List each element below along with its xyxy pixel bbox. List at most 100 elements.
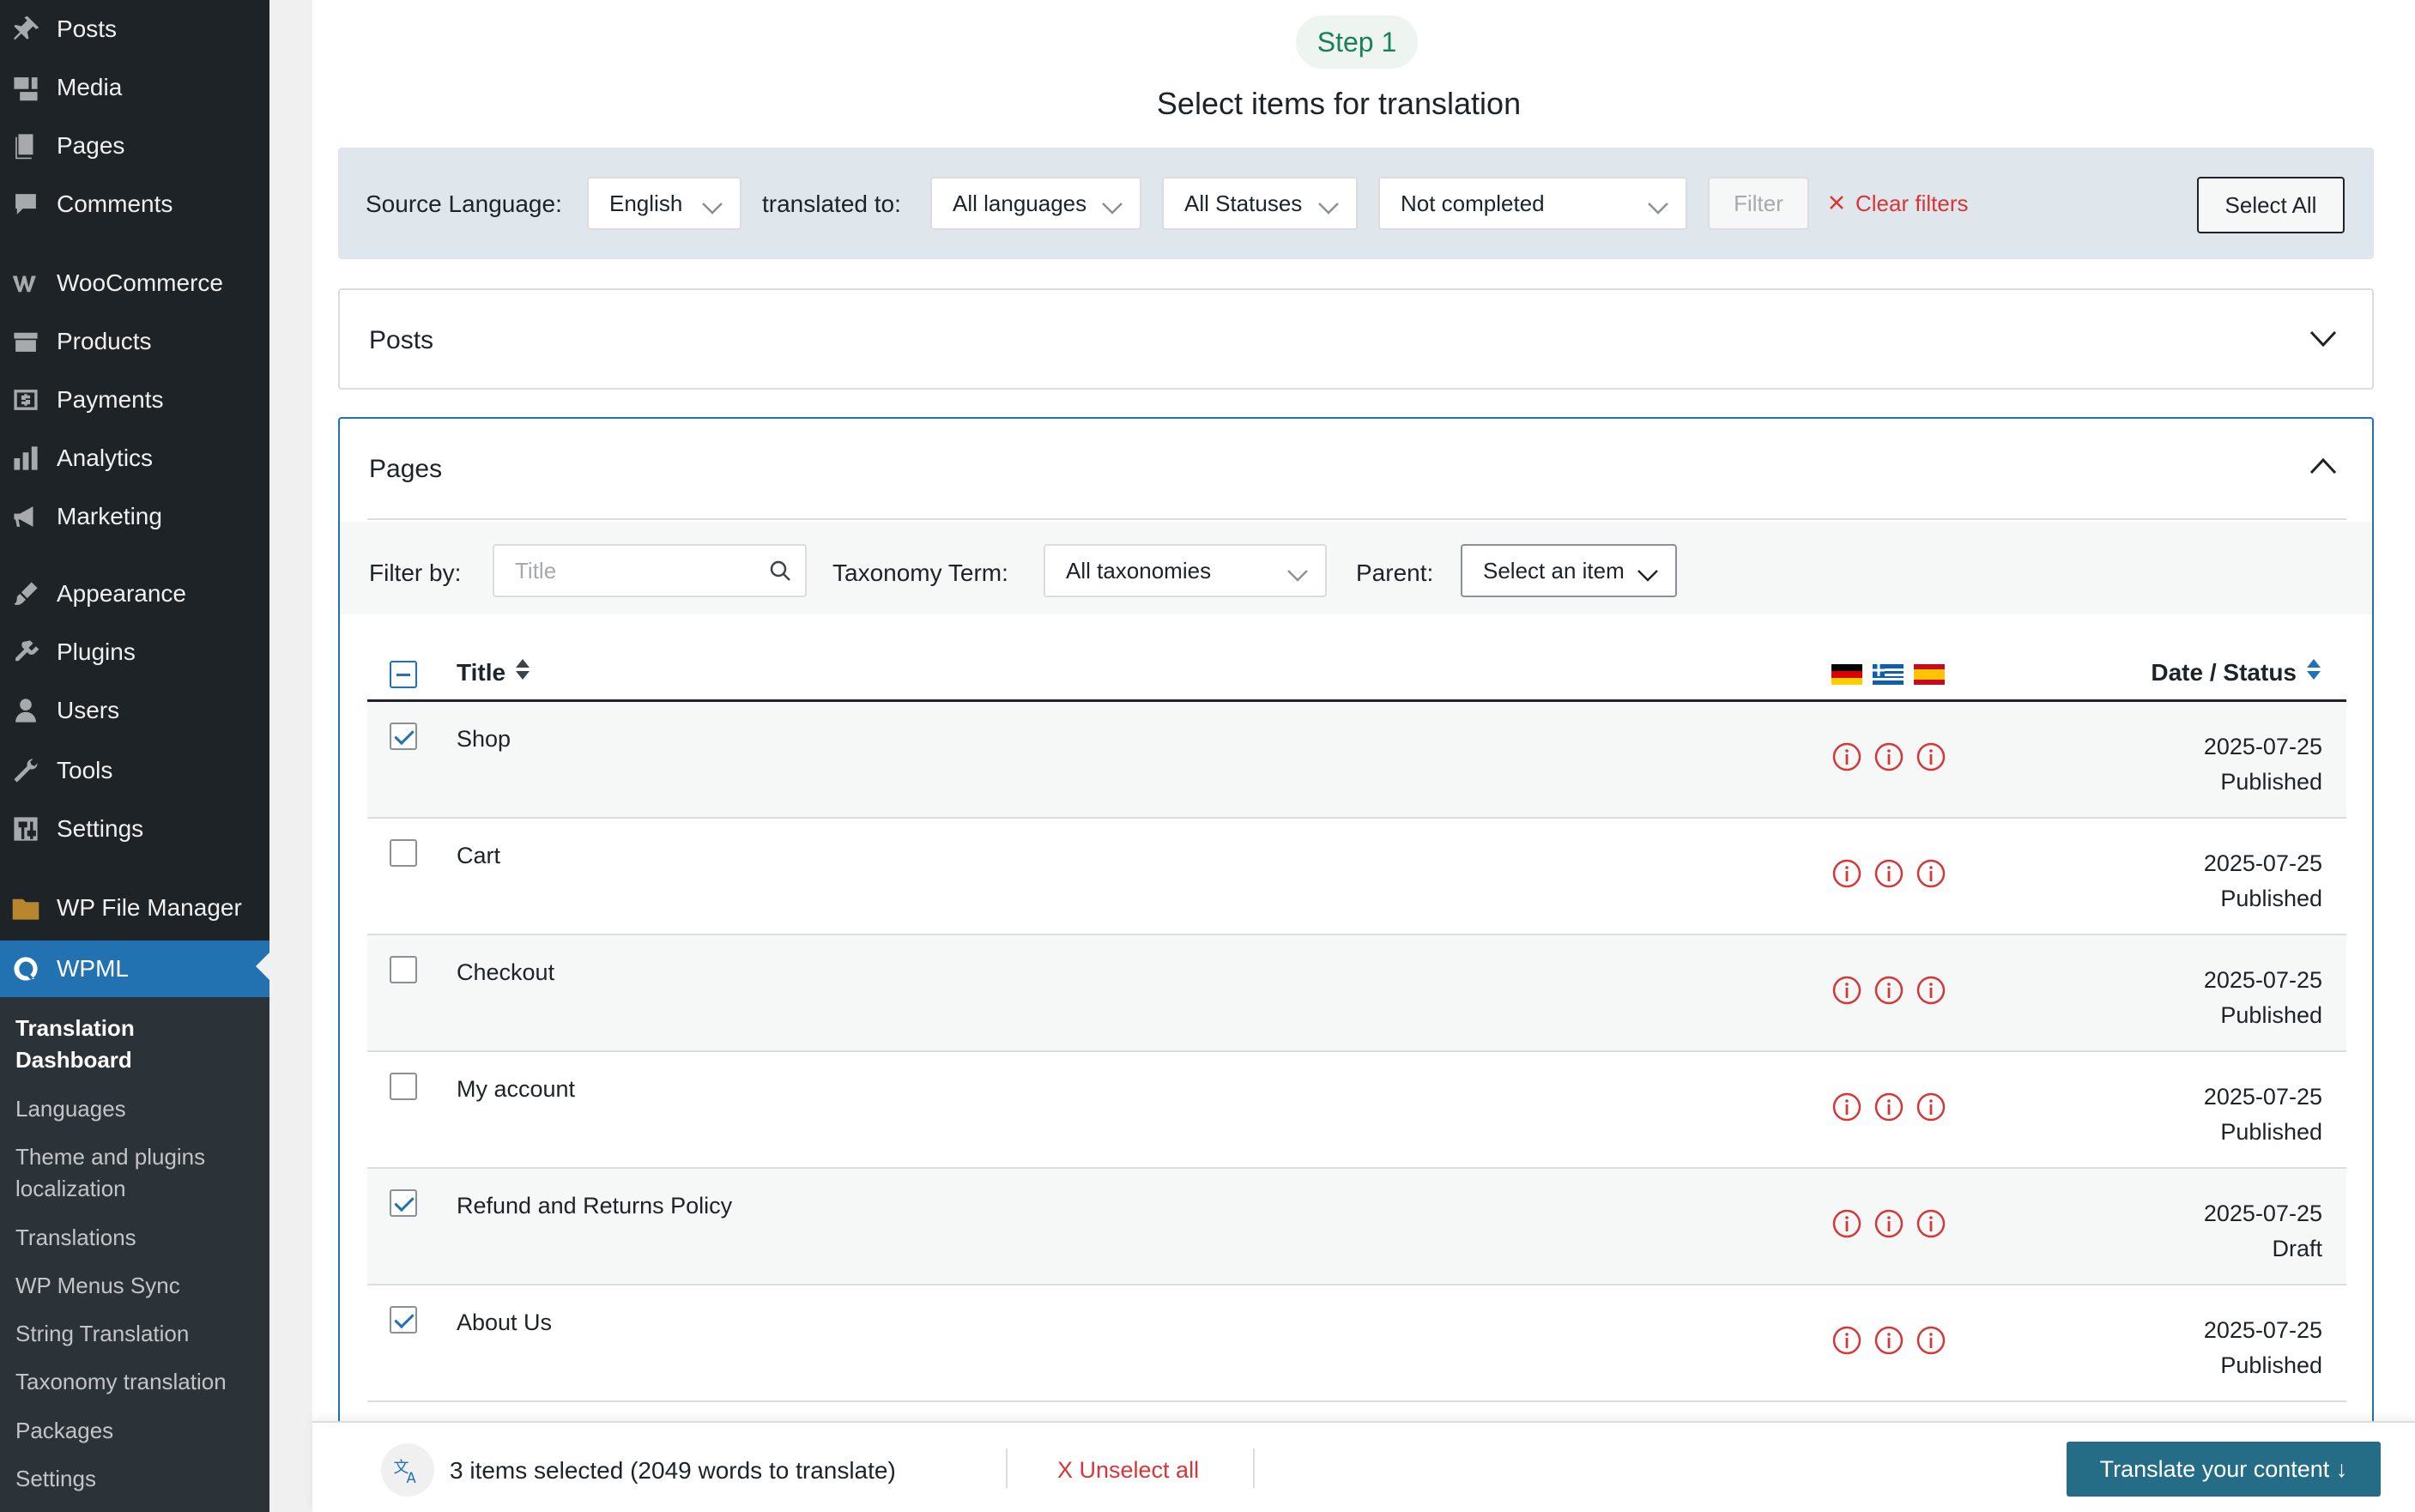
- info-icon[interactable]: [1916, 1208, 1946, 1243]
- submenu-wp-menus-sync[interactable]: WP Menus Sync: [15, 1270, 180, 1302]
- row-date-status: 2025-07-25 Published: [2204, 846, 2322, 916]
- row-checkbox[interactable]: [390, 723, 417, 750]
- sidebar-item-woocommerce[interactable]: WooCommerce: [0, 257, 269, 309]
- completion-value: Not completed: [1401, 190, 1545, 216]
- info-icon[interactable]: [1831, 1092, 1862, 1127]
- sidebar-item-products[interactable]: Products: [0, 316, 269, 367]
- sidebar-item-wpml[interactable]: WPML: [0, 940, 269, 997]
- row-title: About Us: [457, 1309, 553, 1335]
- submenu-string-translation[interactable]: String Translation: [15, 1318, 189, 1350]
- marketing-icon: [10, 501, 41, 532]
- posts-section[interactable]: Posts: [338, 288, 2374, 390]
- info-icon[interactable]: [1873, 1325, 1904, 1360]
- sidebar-item-label: Tools: [57, 757, 113, 783]
- submenu-packages[interactable]: Packages: [15, 1415, 113, 1447]
- table-row[interactable]: Checkout 2025-07-25 Published: [367, 935, 2346, 1052]
- sidebar-item-settings[interactable]: Settings: [0, 803, 269, 855]
- info-icon[interactable]: [1831, 1325, 1862, 1360]
- title-column-header[interactable]: Title: [457, 657, 531, 687]
- info-icon[interactable]: [1831, 858, 1862, 893]
- unselect-all-link[interactable]: X Unselect all: [1057, 1457, 1199, 1484]
- select-all-button[interactable]: Select All: [2197, 177, 2345, 233]
- sidebar-item-marketing[interactable]: Marketing: [0, 491, 269, 542]
- translation-status-icons: [1831, 858, 1946, 893]
- info-icon[interactable]: [1873, 1208, 1904, 1243]
- row-checkbox[interactable]: [390, 1306, 417, 1334]
- translate-content-button[interactable]: Translate your content ↓: [2067, 1442, 2381, 1497]
- taxonomy-select[interactable]: All taxonomies: [1044, 544, 1327, 597]
- submenu-translation-dashboard[interactable]: Translation Dashboard: [15, 1013, 170, 1076]
- submenu-languages[interactable]: Languages: [15, 1093, 126, 1125]
- sidebar-item-posts[interactable]: Posts: [0, 3, 269, 55]
- source-language-select[interactable]: English: [587, 177, 741, 230]
- greece-flag-icon: [1873, 664, 1904, 685]
- sidebar-item-label: Plugins: [57, 638, 136, 665]
- sidebar-item-pages[interactable]: Pages: [0, 120, 269, 172]
- tools-icon: [10, 755, 41, 786]
- row-date: 2025-07-25: [2203, 1201, 2322, 1226]
- info-icon[interactable]: [1916, 1325, 1946, 1360]
- row-checkbox[interactable]: [390, 1073, 417, 1100]
- row-checkbox[interactable]: [390, 1189, 417, 1217]
- info-icon[interactable]: [1916, 975, 1946, 1010]
- woocommerce-icon: [10, 268, 41, 299]
- filter-button[interactable]: Filter: [1708, 177, 1809, 230]
- sidebar-item-plugins[interactable]: Plugins: [0, 626, 269, 678]
- info-icon[interactable]: [1916, 741, 1946, 777]
- row-checkbox[interactable]: [390, 956, 417, 983]
- translation-status-icons: [1831, 1208, 1946, 1243]
- sidebar-item-media[interactable]: Media: [0, 62, 269, 113]
- sidebar-item-comments[interactable]: Comments: [0, 178, 269, 230]
- submenu-taxonomy-translation[interactable]: Taxonomy translation: [15, 1366, 227, 1398]
- sidebar-item-appearance[interactable]: Appearance: [0, 568, 269, 620]
- info-icon[interactable]: [1916, 858, 1946, 893]
- info-icon[interactable]: [1831, 975, 1862, 1010]
- language-filter-bar: Source Language: English translated to: …: [338, 148, 2374, 259]
- products-icon: [10, 326, 41, 357]
- spain-flag-icon: [1914, 664, 1945, 685]
- table-row[interactable]: Cart 2025-07-25 Published: [367, 819, 2346, 935]
- row-checkbox[interactable]: [390, 839, 417, 867]
- section-divider: [367, 518, 2346, 520]
- translate-icon: 文A: [381, 1443, 434, 1497]
- table-row[interactable]: My account 2025-07-25 Published: [367, 1052, 2346, 1169]
- submenu-settings[interactable]: Settings: [15, 1463, 96, 1495]
- submenu-theme-plugins-localization[interactable]: Theme and plugins localization: [15, 1141, 256, 1205]
- target-language-select[interactable]: All languages: [930, 177, 1141, 230]
- info-icon[interactable]: [1873, 858, 1904, 893]
- sidebar-item-users[interactable]: Users: [0, 685, 269, 736]
- sidebar-item-analytics[interactable]: Analytics: [0, 432, 269, 484]
- chevron-up-icon[interactable]: [2309, 457, 2338, 480]
- date-status-column-header[interactable]: Date / Status: [2151, 657, 2322, 687]
- sidebar-item-payments[interactable]: Payments: [0, 374, 269, 426]
- settings-icon: [10, 813, 41, 844]
- parent-select[interactable]: Select an item: [1461, 544, 1677, 597]
- comments-icon: [10, 189, 41, 220]
- germany-flag-icon: [1831, 664, 1862, 685]
- sidebar-item-tools[interactable]: Tools: [0, 745, 269, 796]
- sidebar-item-label: Analytics: [57, 445, 154, 471]
- info-icon[interactable]: [1873, 741, 1904, 777]
- info-icon[interactable]: [1831, 741, 1862, 777]
- title-search-input[interactable]: Title: [493, 544, 807, 597]
- table-row[interactable]: About Us 2025-07-25 Published: [367, 1285, 2346, 1402]
- table-row[interactable]: Refund and Returns Policy 2025-07-25 Draft: [367, 1169, 2346, 1285]
- close-icon: [1828, 191, 1845, 217]
- sidebar-item-wp-file-manager[interactable]: WP File Manager: [0, 882, 269, 934]
- row-date-status: 2025-07-25 Published: [2204, 963, 2322, 1033]
- info-icon[interactable]: [1873, 975, 1904, 1010]
- info-icon[interactable]: [1916, 1092, 1946, 1127]
- table-row[interactable]: Shop 2025-07-25 Published: [367, 702, 2346, 819]
- info-icon[interactable]: [1831, 1208, 1862, 1243]
- info-icon[interactable]: [1873, 1092, 1904, 1127]
- submenu-translations[interactable]: Translations: [15, 1222, 136, 1254]
- clear-filters-link[interactable]: Clear filters: [1828, 191, 1968, 217]
- select-all-checkbox[interactable]: [390, 661, 417, 688]
- status-select[interactable]: All Statuses: [1162, 177, 1358, 230]
- completion-select[interactable]: Not completed: [1378, 177, 1687, 230]
- sidebar-item-label: Users: [57, 697, 120, 723]
- row-date: 2025-07-25: [2203, 734, 2322, 759]
- target-language-value: All languages: [953, 190, 1087, 216]
- chevron-down-icon[interactable]: [2309, 330, 2338, 353]
- wpml-submenu: Translation Dashboard Languages Theme an…: [0, 997, 269, 1512]
